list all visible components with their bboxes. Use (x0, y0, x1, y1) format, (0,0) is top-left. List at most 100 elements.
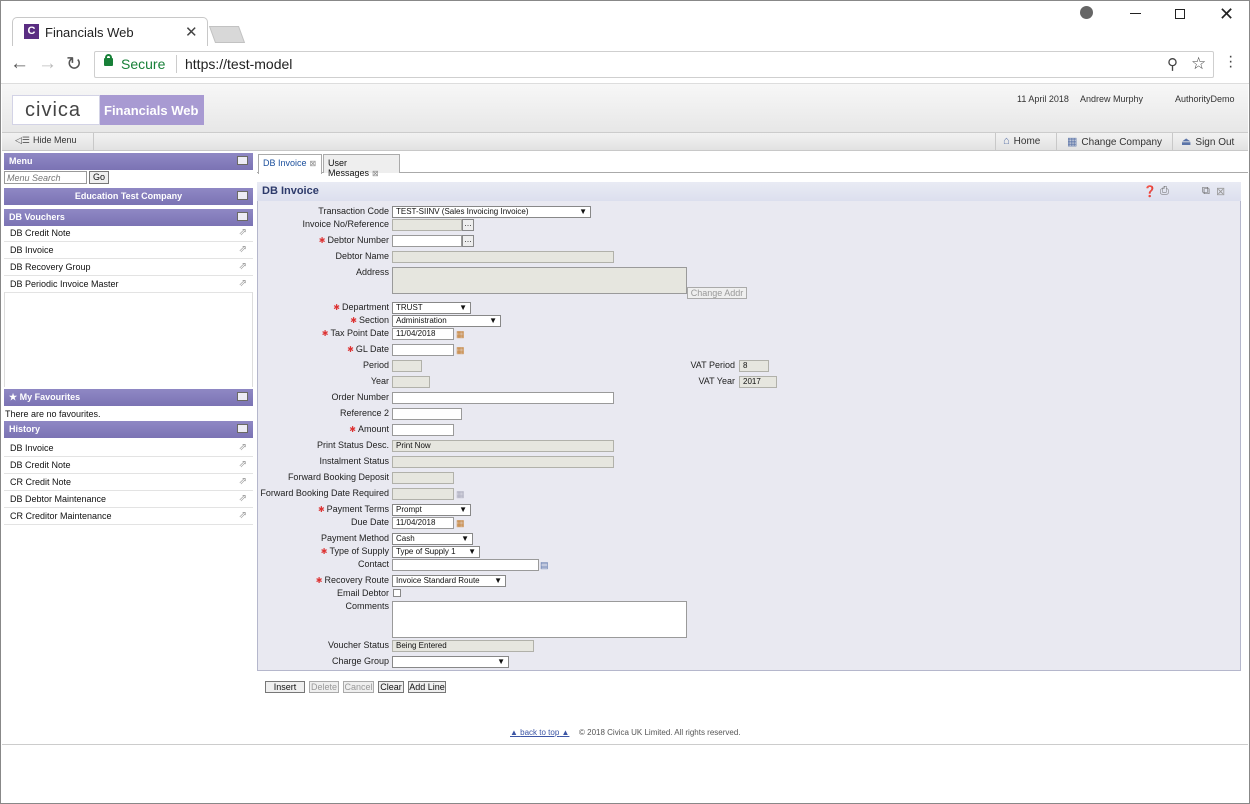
debtor-lookup-button[interactable]: … (462, 235, 474, 247)
recovery-route-value: Invoice Standard Route (396, 576, 480, 585)
tax-point-date-field[interactable]: 11/04/2018 (392, 328, 454, 340)
history-item-label: CR Creditor Maintenance (10, 511, 112, 521)
vouchers-list: DB Credit Note ⇗ DB Invoice ⇗ DB Recovery … (4, 225, 253, 293)
change-address-button[interactable]: Change Addr (687, 287, 747, 299)
company-header[interactable]: Education Test Company (4, 188, 253, 205)
invoice-ref-lookup-button[interactable]: … (462, 219, 474, 231)
add-line-button[interactable]: Add Line (408, 681, 446, 693)
history-item-db-credit-note[interactable]: DB Credit Note ⇗ (4, 457, 253, 474)
window-close-icon[interactable]: ✕ (1219, 4, 1234, 25)
tab-db-invoice[interactable]: DB Invoice ⊠ (258, 154, 322, 174)
bookmark-star-icon[interactable]: ☆ (1191, 54, 1206, 74)
reference-2-field[interactable] (392, 408, 462, 420)
type-of-supply-select[interactable]: Type of Supply 1 ▼ (392, 546, 480, 558)
minimize-icon[interactable] (1130, 13, 1141, 14)
charge-group-select[interactable]: ▼ (392, 656, 509, 668)
civica-logo: civica (25, 99, 82, 121)
menu-item-db-periodic-invoice-master[interactable]: DB Periodic Invoice Master ⇗ (4, 276, 253, 293)
reload-icon[interactable]: ↻ (66, 53, 82, 76)
menu-item-label: DB Recovery Group (10, 262, 91, 272)
amount-field[interactable] (392, 424, 454, 436)
panel-toggle-icon[interactable] (237, 156, 248, 165)
dropdown-arrow-icon: ▼ (489, 316, 497, 325)
account-icon[interactable] (1080, 6, 1093, 19)
transaction-code-value: TEST-SIINV (Sales Invoicing Invoice) (396, 207, 529, 216)
menu-item-db-credit-note[interactable]: DB Credit Note ⇗ (4, 225, 253, 242)
menu-item-db-recovery-group[interactable]: DB Recovery Group ⇗ (4, 259, 253, 276)
menu-item-db-invoice[interactable]: DB Invoice ⇗ (4, 242, 253, 259)
order-number-field[interactable] (392, 392, 614, 404)
tab-close-icon[interactable]: ⊠ (310, 159, 317, 168)
insert-button[interactable]: Insert (265, 681, 305, 693)
menu-search-input[interactable] (4, 171, 87, 184)
contact-label: Contact (357, 559, 389, 569)
vat-period-label: VAT Period (690, 360, 735, 370)
email-debtor-label: Email Debtor (336, 588, 389, 598)
back-to-top-label: back to top (520, 728, 560, 737)
transaction-code-select[interactable]: TEST-SIINV (Sales Invoicing Invoice) ▼ (392, 206, 591, 218)
department-select[interactable]: TRUST ▼ (392, 302, 471, 314)
menu-item-label: DB Credit Note (10, 228, 71, 238)
maximize-icon[interactable] (1175, 9, 1185, 19)
header-user: Andrew Murphy (1080, 94, 1144, 104)
back-to-top-link[interactable]: ▲ back to top ▲ (510, 728, 569, 737)
required-icon: ✱ (350, 316, 357, 325)
history-title: History (9, 424, 41, 434)
vouchers-section-header[interactable]: DB Vouchers (4, 209, 253, 226)
vat-year-field: 2017 (739, 376, 777, 388)
fwd-date-field (392, 488, 454, 500)
help-icon[interactable]: ❓ (1143, 185, 1157, 198)
zoom-icon[interactable]: ⚲ (1167, 55, 1178, 73)
window-popout-icon[interactable]: ⧉ (1202, 185, 1210, 198)
tab-close-icon[interactable]: ⊠ (372, 169, 379, 178)
address-label: Address (355, 267, 389, 277)
back-icon[interactable]: ← (10, 53, 29, 75)
hide-menu-button[interactable]: ◁☰ Hide Menu (15, 135, 77, 146)
favourites-header[interactable]: ★ My Favourites (4, 389, 253, 406)
change-company-link[interactable]: ▦ Change Company (1067, 135, 1162, 148)
calendar-icon[interactable]: ▦ (456, 518, 467, 529)
tab-user-messages[interactable]: User Messages ⊠ (323, 154, 400, 178)
email-debtor-checkbox[interactable] (393, 589, 401, 597)
payment-method-select[interactable]: Cash ▼ (392, 533, 473, 545)
cancel-button[interactable]: Cancel (343, 681, 374, 693)
calendar-icon[interactable]: ▦ (456, 329, 467, 340)
contact-lookup-icon[interactable]: ▤ (540, 560, 551, 571)
dropdown-arrow-icon: ▼ (497, 657, 505, 666)
gl-date-field[interactable] (392, 344, 454, 356)
history-item-cr-credit-note[interactable]: CR Credit Note ⇗ (4, 474, 253, 491)
browser-menu-icon[interactable]: · · · (1228, 49, 1234, 75)
menu-go-button[interactable]: Go (89, 171, 109, 184)
form-close-icon[interactable]: ⊠ (1216, 185, 1225, 198)
divider (93, 133, 94, 150)
new-tab-button[interactable] (208, 26, 246, 43)
history-item-db-debtor-maintenance[interactable]: DB Debtor Maintenance ⇗ (4, 491, 253, 508)
due-date-field[interactable]: 11/04/2018 (392, 517, 454, 529)
comments-textarea[interactable] (392, 601, 687, 638)
panel-toggle-icon[interactable] (237, 191, 248, 200)
debtor-number-field[interactable] (392, 235, 462, 247)
header-date: 11 April 2018 (1017, 94, 1069, 104)
history-item-db-invoice[interactable]: DB Invoice ⇗ (4, 440, 253, 457)
payment-terms-select[interactable]: Prompt ▼ (392, 504, 471, 516)
sign-out-link[interactable]: ⏏ Sign Out (1181, 135, 1234, 148)
delete-button[interactable]: Delete (309, 681, 339, 693)
contact-field[interactable] (392, 559, 539, 571)
company-name: Education Test Company (74, 191, 183, 201)
print-icon[interactable]: ⎙ (1160, 185, 1169, 198)
url-text[interactable]: https://test-model (185, 56, 292, 72)
section-select[interactable]: Administration ▼ (392, 315, 501, 327)
product-name: Financials Web (104, 103, 199, 118)
home-link[interactable]: ⌂ Home (1003, 135, 1040, 147)
history-header[interactable]: History (4, 421, 253, 438)
transaction-code-label: Transaction Code (318, 206, 389, 216)
dropdown-arrow-icon: ▼ (459, 505, 467, 514)
recovery-route-select[interactable]: Invoice Standard Route ▼ (392, 575, 506, 587)
history-item-cr-creditor-maintenance[interactable]: CR Creditor Maintenance ⇗ (4, 508, 253, 525)
clear-button[interactable]: Clear (378, 681, 404, 693)
calendar-icon[interactable]: ▦ (456, 345, 467, 356)
tab-close-icon[interactable]: ✕ (185, 23, 198, 41)
external-link-icon[interactable]: ⇗ (239, 278, 247, 289)
vat-period-field: 8 (739, 360, 769, 372)
forward-icon[interactable]: → (38, 53, 57, 75)
